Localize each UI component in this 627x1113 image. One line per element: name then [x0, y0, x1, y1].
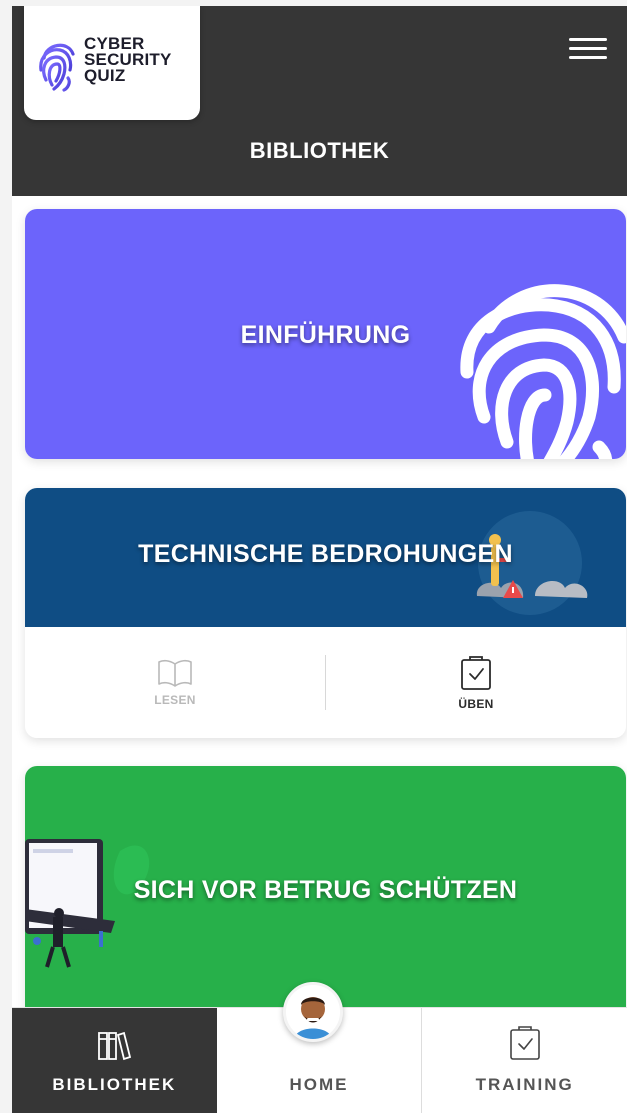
library-card-introduction[interactable]: EINFÜHRUNG: [25, 209, 626, 459]
logo-line: QUIZ: [84, 66, 126, 85]
clipboard-check-icon: [461, 655, 491, 690]
card-banner: TECHNISCHE BEDROHUNGEN: [25, 488, 626, 627]
home-avatar-button[interactable]: [277, 978, 349, 1050]
books-icon: [98, 1031, 132, 1061]
card-title: TECHNISCHE BEDROHUNGEN: [138, 540, 513, 568]
tab-library[interactable]: BIBLIOTHEK: [12, 1008, 217, 1113]
page-title: BIBLIOTHEK: [249, 138, 390, 163]
logo-text: CYBER SECURITY QUIZ: [84, 35, 172, 85]
fingerprint-logo-icon: [39, 43, 75, 92]
library-card-technical-threats[interactable]: TECHNISCHE BEDROHUNGEN LESEN ÜBEN: [25, 488, 626, 738]
header: CYBER SECURITY QUIZ BIBLIOTHEK: [12, 6, 627, 196]
hamburger-menu-icon[interactable]: [569, 38, 607, 62]
book-open-icon: [158, 659, 192, 687]
app-screen: CYBER SECURITY QUIZ BIBLIOTHEK EINFÜHRUN…: [12, 6, 627, 1113]
fingerprint-icon: [460, 284, 626, 459]
avatar: [283, 982, 343, 1042]
tab-training[interactable]: TRAINING: [422, 1008, 627, 1113]
card-title: SICH VOR BETRUG SCHÜTZEN: [133, 876, 518, 904]
app-logo[interactable]: CYBER SECURITY QUIZ: [24, 6, 200, 120]
clipboard-check-icon: [509, 1026, 540, 1060]
user-avatar-icon: [286, 985, 340, 1039]
read-label: LESEN: [154, 692, 196, 707]
practice-button[interactable]: ÜBEN: [326, 627, 626, 738]
tab-label: BIBLIOTHEK: [52, 1075, 177, 1094]
read-button[interactable]: LESEN: [25, 627, 325, 738]
tab-label: TRAINING: [475, 1075, 574, 1094]
card-actions: LESEN ÜBEN: [25, 627, 626, 738]
tab-label: HOME: [289, 1075, 349, 1094]
card-banner: EINFÜHRUNG: [25, 209, 626, 459]
practice-label: ÜBEN: [458, 696, 494, 711]
